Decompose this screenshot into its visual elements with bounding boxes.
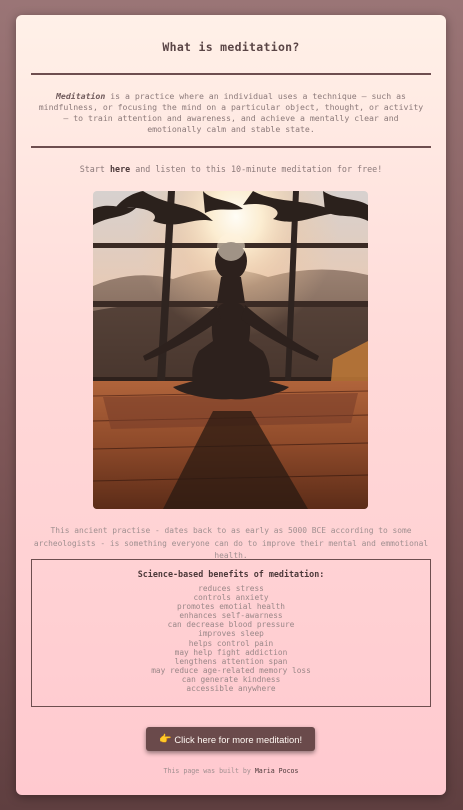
benefit-item: enhances self-awarness [179, 611, 283, 621]
start-suffix: and listen to this 10-minute meditation … [130, 164, 383, 174]
benefit-item: may help fight addiction [174, 647, 288, 657]
benefit-item: improves sleep [198, 629, 264, 639]
content-card: What is meditation? Meditation is a prac… [16, 15, 446, 795]
divider-bottom [31, 146, 431, 148]
author-name: Maria Pocos [254, 767, 299, 775]
footer-prefix: This page was built by [163, 767, 255, 775]
benefit-item: reduces stress [198, 584, 264, 593]
divider-top [31, 73, 431, 75]
meditation-photo [93, 191, 368, 509]
benefits-list: reduces stress controls anxiety promotes… [32, 584, 430, 693]
history-paragraph: This ancient practise - dates back to as… [33, 526, 429, 560]
benefits-heading: Science-based benefits of meditation: [137, 569, 325, 579]
more-meditation-button[interactable]: 👉 Click here for more meditation! [146, 727, 315, 751]
benefit-item: promotes emotial health [177, 602, 285, 612]
page-title: What is meditation? [162, 40, 300, 54]
start-prefix: Start [79, 164, 110, 174]
benefits-box: Science-based benefits of meditation: re… [31, 559, 431, 707]
more-meditation-label: Click here for more meditation! [174, 733, 303, 745]
definition-term: Meditation [56, 91, 106, 101]
benefit-item: may reduce age-related memory loss [151, 665, 311, 675]
benefit-item: helps control pain [188, 638, 274, 648]
benefit-item: can generate kindness [181, 674, 281, 684]
benefit-item: can decrease blood pressure [167, 620, 295, 630]
footer-credit: This page was built by Maria Pocos [16, 767, 446, 775]
benefit-item: accessible anywhere [186, 684, 276, 694]
start-invitation: Start here and listen to this 10-minute … [16, 164, 446, 174]
meditation-link[interactable]: here [110, 164, 130, 174]
pointing-hand-icon: 👉 [158, 733, 172, 745]
benefit-item: lengthens attention span [174, 656, 288, 666]
definition-paragraph: Meditation is a practice where an indivi… [36, 91, 426, 135]
benefit-item: controls anxiety [193, 593, 269, 603]
